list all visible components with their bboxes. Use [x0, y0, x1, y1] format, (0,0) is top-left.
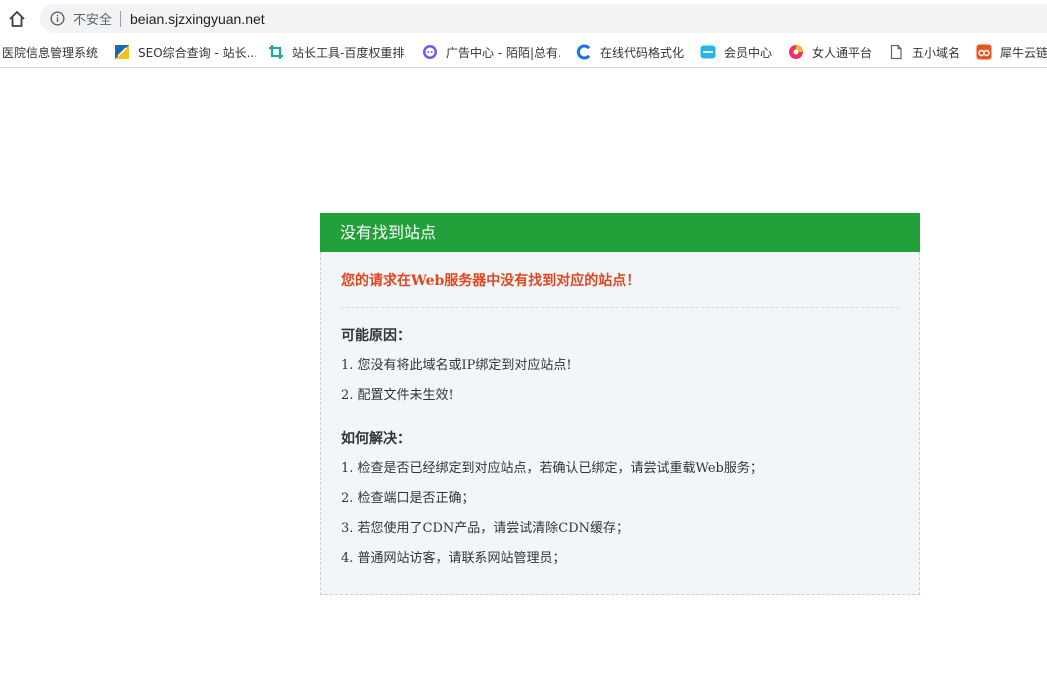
page-icon [888, 44, 904, 60]
omnibox-divider [120, 10, 122, 27]
error-panel: 没有找到站点 您的请求在Web服务器中没有找到对应的站点！ 可能原因： 1. 您… [320, 213, 920, 595]
circle-logo-icon [788, 44, 804, 60]
browser-toolbar: 不安全 beian.sjzxingyuan.net [0, 0, 1047, 37]
bookmark-webmaster-tools[interactable]: 站长工具-百度权重排... [268, 37, 406, 67]
crop-icon [268, 44, 284, 60]
vip-icon [700, 44, 716, 60]
url-text[interactable]: beian.sjzxingyuan.net [130, 11, 265, 27]
bookmark-rhino-cloud[interactable]: 犀牛云链 [976, 37, 1047, 67]
rhino-icon [976, 44, 992, 60]
bookmark-women-platform[interactable]: 女人通平台 [788, 37, 876, 67]
address-bar[interactable]: 不安全 beian.sjzxingyuan.net [40, 4, 1047, 33]
reason-item: 2. 配置文件未生效! [341, 388, 454, 403]
bookmark-label: 在线代码格式化 [600, 45, 685, 60]
seo-icon [114, 44, 130, 60]
bookmark-label: 站长工具-百度权重排... [292, 45, 406, 60]
bookmark-code-format[interactable]: 在线代码格式化 [576, 37, 690, 67]
solution-item: 3. 若您使用了CDN产品，请尝试清除CDN缓存； [341, 521, 630, 536]
dashed-divider [341, 307, 899, 308]
bookmark-seo[interactable]: SEO综合查询 - 站长... [114, 37, 256, 67]
reasons-title: 可能原因： [341, 328, 411, 344]
bookmark-label: 女人通平台 [812, 45, 873, 60]
bookmark-member-center[interactable]: 会员中心 [700, 37, 778, 67]
info-icon[interactable] [50, 11, 65, 26]
bookmarks-bar: 医院信息管理系统 SEO综合查询 - 站长... 站长工具-百度权重排... 广… [0, 37, 1047, 68]
reason-item: 1. 您没有将此域名或IP绑定到对应站点! [341, 358, 572, 373]
bookmark-ad-center[interactable]: 广告中心 - 陌陌|总有... [422, 37, 560, 67]
bookmark-label: 广告中心 - 陌陌|总有... [446, 45, 560, 60]
home-icon[interactable] [6, 8, 28, 30]
bookmark-five-domains[interactable]: 五小域名 [888, 37, 964, 67]
panel-header: 没有找到站点 [320, 213, 920, 252]
bookmark-label: 犀牛云链 [1000, 45, 1047, 60]
solution-item: 1. 检查是否已经绑定到对应站点，若确认已绑定，请尝试重载Web服务； [341, 461, 763, 476]
bookmark-hospital[interactable]: 医院信息管理系统 [2, 37, 102, 67]
solution-item: 4. 普通网站访客，请联系网站管理员； [341, 551, 566, 566]
c-logo-icon [576, 44, 592, 60]
bookmark-label: 医院信息管理系统 [2, 45, 99, 60]
error-headline: 您的请求在Web服务器中没有找到对应的站点！ [341, 273, 641, 289]
solution-item: 2. 检查端口是否正确； [341, 491, 475, 506]
solutions-title: 如何解决： [341, 431, 411, 447]
panel-body: 您的请求在Web服务器中没有找到对应的站点！ 可能原因： 1. 您没有将此域名或… [320, 252, 920, 595]
bookmark-label: 五小域名 [912, 45, 961, 60]
security-status[interactable]: 不安全 [73, 9, 112, 28]
momo-icon [422, 44, 438, 60]
bookmark-label: 会员中心 [724, 45, 773, 60]
bookmark-label: SEO综合查询 - 站长... [138, 45, 256, 60]
